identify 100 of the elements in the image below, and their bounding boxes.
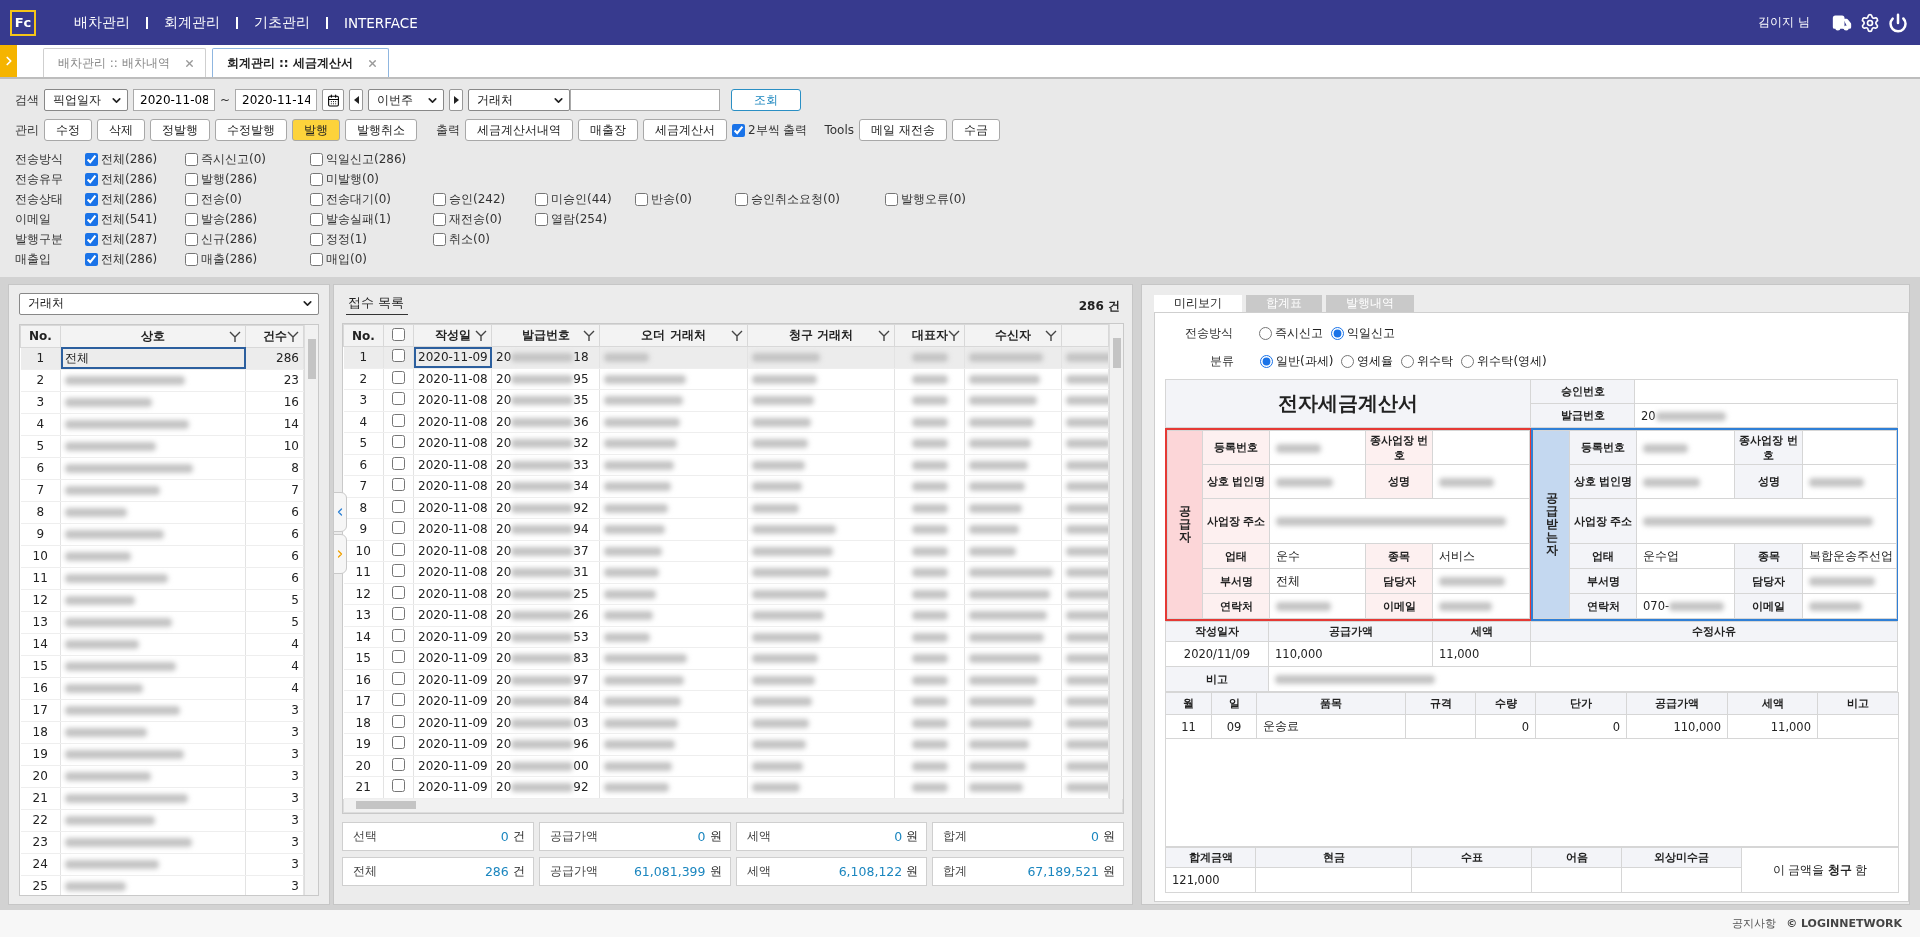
table-row[interactable]: 4 2020-11-08 20 36 bbox=[343, 411, 1109, 433]
checkbox[interactable] bbox=[433, 213, 446, 226]
checkbox[interactable] bbox=[85, 173, 98, 186]
radio-button[interactable] bbox=[1461, 354, 1475, 368]
print-button[interactable]: 매출장 bbox=[578, 119, 638, 141]
checkbox[interactable] bbox=[392, 327, 405, 341]
sidebar-toggle-button[interactable] bbox=[0, 45, 17, 77]
checkbox[interactable] bbox=[185, 213, 198, 226]
table-row[interactable]: 3 2020-11-08 20 35 bbox=[343, 389, 1109, 411]
print-button[interactable]: 세금계산서 bbox=[643, 119, 727, 141]
scrollbar-thumb[interactable] bbox=[1112, 338, 1121, 368]
scrollbar[interactable] bbox=[1109, 324, 1123, 799]
table-row[interactable]: 3 16 bbox=[20, 391, 304, 414]
checkbox[interactable] bbox=[433, 233, 446, 246]
table-row[interactable]: 7 2020-11-08 20 34 bbox=[343, 475, 1109, 497]
table-row[interactable]: 12 2020-11-08 20 25 bbox=[343, 583, 1109, 605]
checkbox[interactable] bbox=[185, 153, 198, 166]
menu-item[interactable]: INTERFACE bbox=[328, 14, 434, 31]
tool-button[interactable]: 수금 bbox=[951, 119, 1000, 141]
dropdown[interactable]: 이번주 bbox=[368, 89, 445, 111]
scrollbar-thumb[interactable] bbox=[307, 338, 316, 379]
table-row[interactable]: 22 3 bbox=[20, 809, 304, 832]
checkbox[interactable] bbox=[392, 779, 405, 793]
menu-item[interactable]: 배차관리 bbox=[58, 13, 146, 32]
next-button[interactable] bbox=[449, 89, 464, 111]
checkbox[interactable] bbox=[392, 693, 405, 707]
checkbox[interactable] bbox=[392, 435, 405, 449]
checkbox[interactable] bbox=[885, 193, 898, 206]
power-icon[interactable] bbox=[1888, 12, 1908, 33]
action-button[interactable]: 발행 bbox=[292, 119, 340, 141]
table-row[interactable]: 12 5 bbox=[20, 589, 304, 612]
checkbox[interactable] bbox=[310, 193, 323, 206]
table-row[interactable]: 15 4 bbox=[20, 655, 304, 678]
radio-button[interactable] bbox=[1260, 354, 1273, 368]
dropdown[interactable]: 픽업일자 bbox=[44, 89, 128, 111]
table-row[interactable]: 21 2020-11-09 20 92 bbox=[343, 776, 1109, 798]
table-row[interactable]: 14 2020-11-09 20 53 bbox=[343, 626, 1109, 648]
table-row[interactable]: 9 6 bbox=[20, 523, 304, 546]
scrollbar-thumb[interactable] bbox=[356, 801, 416, 809]
checkbox[interactable] bbox=[392, 714, 405, 728]
checkbox[interactable] bbox=[392, 478, 405, 492]
radio-button[interactable] bbox=[1259, 326, 1272, 340]
table-row[interactable]: 23 3 bbox=[20, 831, 304, 854]
checkbox[interactable] bbox=[392, 736, 405, 750]
table-row[interactable]: 19 2020-11-09 20 96 bbox=[343, 733, 1109, 755]
radio-button[interactable] bbox=[1341, 354, 1355, 368]
table-row[interactable]: 1 2020-11-09 20 18 bbox=[343, 346, 1109, 368]
checkbox[interactable] bbox=[535, 193, 548, 206]
checkbox[interactable] bbox=[392, 671, 405, 685]
checkbox[interactable] bbox=[392, 564, 405, 578]
radio-button[interactable] bbox=[1401, 354, 1415, 368]
table-row[interactable]: 8 6 bbox=[20, 501, 304, 524]
checkbox[interactable] bbox=[185, 233, 198, 246]
checkbox[interactable] bbox=[392, 392, 405, 406]
close-icon[interactable] bbox=[183, 57, 195, 69]
action-button[interactable]: 정발행 bbox=[150, 119, 210, 141]
table-row[interactable]: 5 2020-11-08 20 32 bbox=[343, 432, 1109, 454]
action-button[interactable]: 발행취소 bbox=[345, 119, 417, 141]
table-row[interactable]: 20 2020-11-09 20 00 bbox=[343, 755, 1109, 777]
table-row[interactable]: 17 2020-11-09 20 84 bbox=[343, 690, 1109, 712]
checkbox[interactable] bbox=[433, 193, 446, 206]
table-row[interactable]: 5 10 bbox=[20, 435, 304, 458]
close-icon[interactable] bbox=[366, 57, 378, 69]
checkbox[interactable] bbox=[310, 233, 323, 246]
table-row[interactable]: 18 2020-11-09 20 03 bbox=[343, 712, 1109, 734]
table-row[interactable]: 6 8 bbox=[20, 457, 304, 480]
checkbox[interactable] bbox=[185, 193, 198, 206]
previous-button[interactable] bbox=[349, 89, 364, 111]
date-field[interactable]: 2020-11-08 bbox=[133, 89, 215, 111]
checkbox[interactable] bbox=[635, 193, 648, 206]
checkbox[interactable] bbox=[392, 542, 405, 556]
checkbox[interactable] bbox=[85, 193, 98, 206]
table-row[interactable]: 13 5 bbox=[20, 611, 304, 634]
table-row[interactable]: 1 전체 286 bbox=[20, 347, 304, 370]
checkbox[interactable] bbox=[535, 213, 548, 226]
checkbox[interactable] bbox=[85, 253, 98, 266]
radio-button[interactable] bbox=[1331, 326, 1344, 340]
menu-item[interactable]: 기초관리 bbox=[238, 13, 326, 32]
action-button[interactable]: 수정 bbox=[44, 119, 92, 141]
print-button[interactable]: 세금계산서내역 bbox=[465, 119, 573, 141]
settings-icon[interactable] bbox=[1860, 12, 1880, 33]
table-row[interactable]: 13 2020-11-08 20 26 bbox=[343, 604, 1109, 626]
table-row[interactable]: 2 23 bbox=[20, 369, 304, 392]
dropdown[interactable]: 거래처 bbox=[468, 89, 571, 111]
table-row[interactable]: 4 14 bbox=[20, 413, 304, 436]
checkbox[interactable] bbox=[392, 370, 405, 384]
checkbox[interactable] bbox=[392, 585, 405, 599]
action-button[interactable]: 수정발행 bbox=[215, 119, 287, 141]
tool-button[interactable]: 메일 재전송 bbox=[859, 119, 947, 141]
table-row[interactable]: 25 3 bbox=[20, 875, 304, 895]
table-row[interactable]: 16 4 bbox=[20, 677, 304, 700]
dropdown[interactable]: 거래처 bbox=[19, 293, 319, 315]
checkbox[interactable] bbox=[392, 628, 405, 642]
checkbox[interactable] bbox=[310, 253, 323, 266]
checkbox[interactable] bbox=[392, 607, 405, 621]
table-row[interactable]: 15 2020-11-09 20 83 bbox=[343, 647, 1109, 669]
tab[interactable]: 미리보기 bbox=[1154, 295, 1242, 312]
calendar-button[interactable] bbox=[322, 89, 345, 111]
table-row[interactable]: 14 4 bbox=[20, 633, 304, 656]
checkbox[interactable] bbox=[310, 153, 323, 166]
